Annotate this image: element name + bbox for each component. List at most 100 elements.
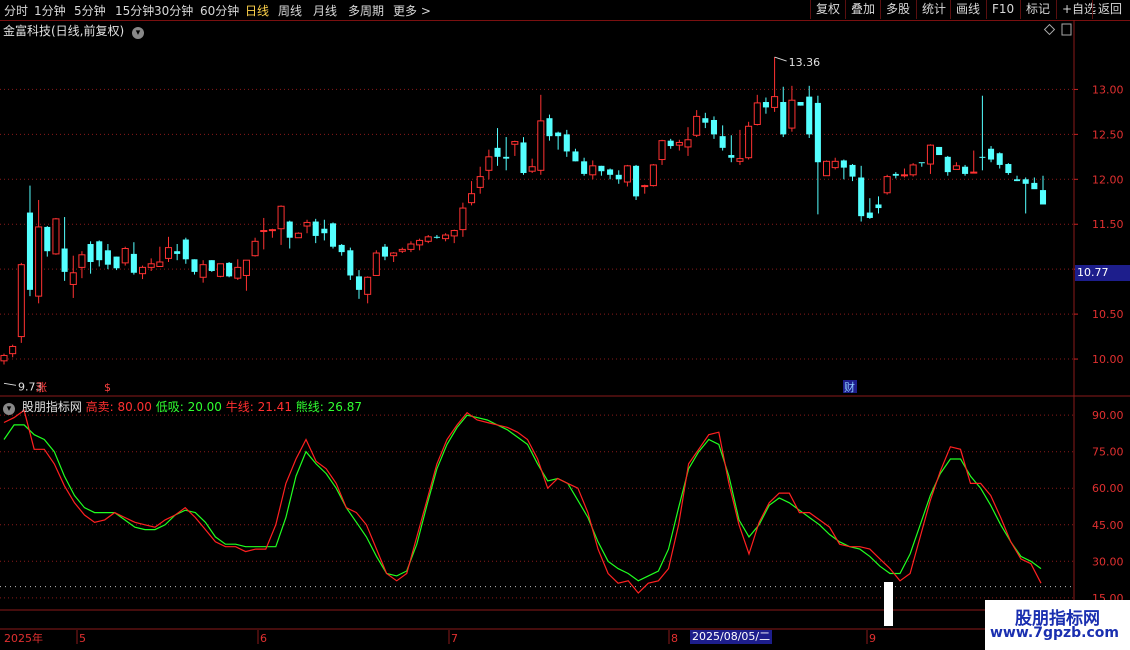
candle-body-down bbox=[191, 259, 198, 272]
candle-body-down bbox=[321, 228, 328, 234]
candle-body-down bbox=[338, 244, 345, 253]
candle-body-down bbox=[667, 140, 674, 147]
candle-body-up bbox=[442, 234, 450, 240]
candle-body-up bbox=[693, 115, 701, 136]
candle-body-up bbox=[17, 264, 25, 338]
period-tab-5[interactable]: 60分钟 bbox=[200, 2, 239, 19]
event-tag-finance: 财 bbox=[844, 380, 855, 394]
candle-body-up bbox=[121, 248, 129, 264]
candle-body-down bbox=[433, 236, 440, 238]
indicator-tick-label: 45.00 bbox=[1092, 519, 1124, 532]
period-tab-1[interactable]: 1分钟 bbox=[34, 2, 66, 19]
candle-body-down bbox=[1013, 179, 1021, 182]
candle-body-down bbox=[347, 250, 354, 276]
candle-body-down bbox=[944, 156, 951, 173]
period-tab-10[interactable]: 更多 > bbox=[393, 2, 431, 19]
candle-body-up bbox=[623, 165, 631, 183]
action-button-7[interactable]: +自选 bbox=[1056, 0, 1096, 19]
candle-body-down bbox=[503, 156, 510, 159]
candle-body-down bbox=[381, 246, 388, 257]
candle-body-up bbox=[753, 102, 761, 125]
candle-body-down bbox=[875, 204, 882, 209]
candle-body-down bbox=[113, 256, 120, 269]
panel-toggle-icon bbox=[1061, 23, 1072, 36]
candle-body-up bbox=[468, 193, 476, 204]
candle-body-down bbox=[797, 102, 804, 106]
candle-body-up bbox=[485, 156, 493, 171]
price-tick-label: 12.00 bbox=[1092, 173, 1124, 186]
action-button-1[interactable]: 叠加 bbox=[845, 0, 875, 19]
period-tab-7[interactable]: 周线 bbox=[278, 2, 302, 19]
month-label: 7 bbox=[451, 632, 458, 645]
candle-body-up bbox=[675, 141, 683, 146]
candle-body-down bbox=[979, 156, 986, 158]
candle-body-down bbox=[840, 160, 847, 168]
candle-body-up bbox=[242, 259, 250, 276]
candle-body-up bbox=[926, 144, 934, 165]
candle-body-down bbox=[988, 148, 995, 160]
period-tab-2[interactable]: 5分钟 bbox=[74, 2, 106, 19]
candle-body-up bbox=[372, 252, 380, 276]
low-marker-pointer bbox=[3, 382, 17, 386]
chart-title-text: 金富科技(日线,前复权) bbox=[3, 24, 125, 38]
candle-body-down bbox=[182, 239, 189, 260]
candle-body-up bbox=[277, 205, 285, 230]
candle-body-down bbox=[710, 119, 718, 135]
period-tab-3[interactable]: 15分钟 bbox=[115, 2, 154, 19]
candle-body-down bbox=[581, 161, 588, 174]
period-tab-0[interactable]: 分时 bbox=[4, 2, 28, 19]
action-button-6[interactable]: 标记 bbox=[1020, 0, 1050, 19]
period-tab-9[interactable]: 多周期 bbox=[348, 2, 384, 19]
candle-body-up bbox=[788, 99, 796, 129]
period-toolbar: 分时 1分钟 5分钟 15分钟 30分钟 60分钟 日线 周线 月线 多周期 更多 > 复权 叠加 多股统… bbox=[0, 0, 1130, 21]
action-button-4[interactable]: 画线 bbox=[950, 0, 980, 19]
indicator-dropdown-icon[interactable]: ▾ bbox=[3, 403, 15, 415]
candle-body-down bbox=[87, 244, 94, 262]
candle-body-up bbox=[641, 185, 649, 188]
period-tab-4[interactable]: 30分钟 bbox=[154, 2, 193, 19]
action-button-8[interactable]: 返回 bbox=[1092, 0, 1122, 19]
title-dropdown-icon[interactable]: ▾ bbox=[132, 27, 145, 39]
candle-body-down bbox=[44, 226, 51, 252]
current-price-tag: 10.77 bbox=[1075, 265, 1130, 281]
candle-body-down bbox=[104, 250, 111, 265]
candle-body-down bbox=[806, 96, 813, 135]
bull-line bbox=[3, 409, 1042, 594]
candle-body-down bbox=[174, 251, 181, 254]
candle-body-down bbox=[918, 162, 925, 164]
candle-body-up bbox=[883, 176, 891, 194]
event-tag-dividend: $ bbox=[104, 381, 111, 394]
candle-body-down bbox=[633, 165, 640, 197]
period-tab-8[interactable]: 月线 bbox=[313, 2, 337, 19]
action-button-2[interactable]: 多股 bbox=[880, 0, 910, 19]
candle-body-down bbox=[719, 136, 726, 148]
indicator-name: 股朋指标网 bbox=[21, 400, 82, 414]
candle-body-up bbox=[234, 266, 242, 279]
candle-body-up bbox=[424, 236, 432, 242]
high-price-label: 13.36 bbox=[789, 56, 821, 69]
candle-body-up bbox=[303, 221, 311, 227]
indicator-value-2: 牛线: 21.41 bbox=[221, 400, 292, 414]
action-button-3[interactable]: 统计 bbox=[916, 0, 946, 19]
candle-body-up bbox=[9, 345, 17, 355]
month-label: 5 bbox=[79, 632, 86, 645]
candle-body-up bbox=[684, 139, 692, 148]
candle-body-down bbox=[546, 118, 553, 137]
candle-body-down bbox=[936, 146, 943, 156]
candle-body-down bbox=[598, 165, 605, 172]
candle-body-down bbox=[615, 174, 622, 180]
candle-body-down bbox=[96, 241, 103, 261]
candle-body-up bbox=[294, 232, 302, 239]
action-button-5[interactable]: F10 bbox=[986, 0, 1014, 19]
candle-body-down bbox=[858, 177, 865, 217]
candle-body-up bbox=[52, 218, 60, 255]
candle-body-down bbox=[996, 153, 1003, 165]
month-label: 6 bbox=[260, 632, 267, 645]
bear-line bbox=[3, 414, 1042, 582]
candle-body-up bbox=[537, 120, 545, 171]
candle-body-down bbox=[1005, 164, 1012, 174]
candle-body-down bbox=[728, 155, 735, 158]
action-button-0[interactable]: 复权 bbox=[810, 0, 840, 19]
period-tab-6[interactable]: 日线 bbox=[245, 2, 269, 19]
candle-body-down bbox=[1039, 190, 1047, 205]
